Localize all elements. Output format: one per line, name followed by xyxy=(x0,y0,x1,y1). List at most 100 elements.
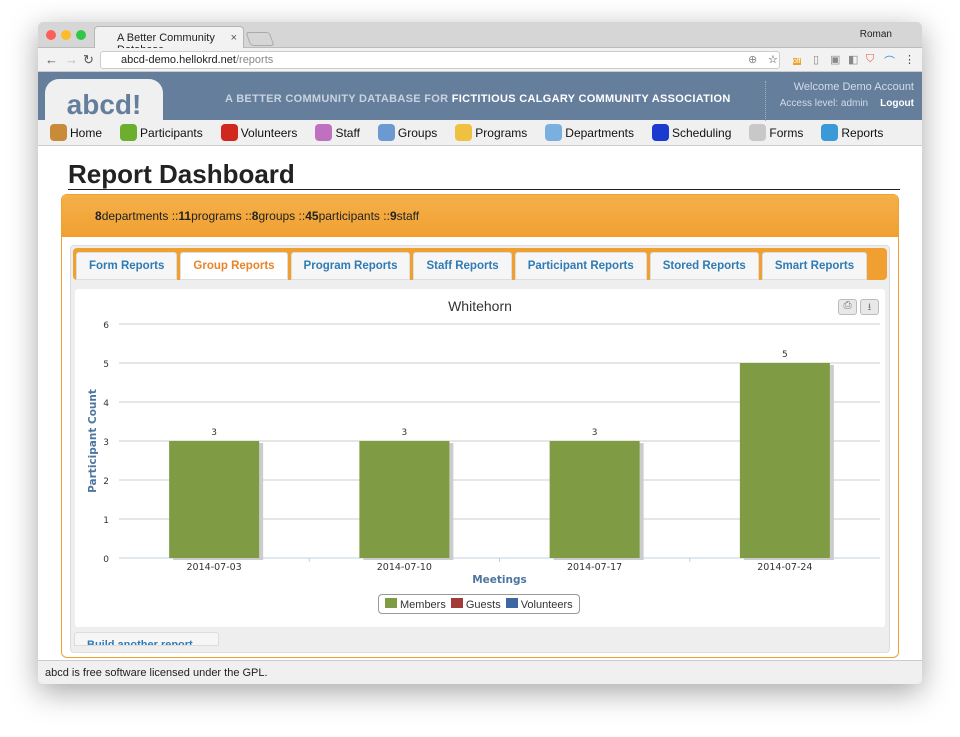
legend-item-guests[interactable]: Guests xyxy=(451,598,501,611)
x-tick-label: 2014-07-17 xyxy=(567,562,622,573)
extension-icon[interactable]: ▯ xyxy=(813,53,819,66)
stats-separator: :: xyxy=(242,209,252,223)
reports-icon xyxy=(821,124,838,141)
extension-icon[interactable]: ⌒ xyxy=(884,53,895,69)
menu-item-groups[interactable]: Groups xyxy=(378,124,437,141)
legend-item-volunteers[interactable]: Volunteers xyxy=(506,598,573,611)
menu-item-programs[interactable]: Programs xyxy=(455,124,527,141)
new-tab-button[interactable] xyxy=(245,32,274,46)
stat-count: 45 xyxy=(305,209,318,223)
page-title: Report Dashboard xyxy=(68,160,900,190)
bar-members xyxy=(169,441,259,558)
menu-item-label: Scheduling xyxy=(672,126,731,140)
stats-separator: :: xyxy=(295,209,305,223)
welcome-text: Welcome Demo Account xyxy=(780,81,914,93)
y-tick-label: 0 xyxy=(103,555,109,565)
maximize-window-button[interactable] xyxy=(76,30,86,40)
url-path: /reports xyxy=(236,54,273,66)
menu-item-label: Forms xyxy=(769,126,803,140)
bar-value-label: 5 xyxy=(782,350,788,360)
menu-icon[interactable]: ⋮ xyxy=(904,53,915,66)
tab-participant-reports[interactable]: Participant Reports xyxy=(515,252,647,280)
tab-group-reports[interactable]: Group Reports xyxy=(180,252,287,280)
menu-item-departments[interactable]: Departments xyxy=(545,124,634,141)
scheduling-icon xyxy=(652,124,669,141)
url-host: abcd-demo.hellokrd.net xyxy=(121,54,236,66)
stat-count: 11 xyxy=(178,209,191,223)
logout-link[interactable]: Logout xyxy=(880,98,914,109)
logo[interactable]: abcd! xyxy=(45,79,163,121)
tab-smart-reports[interactable]: Smart Reports xyxy=(762,252,867,280)
menu-item-forms[interactable]: Forms xyxy=(749,124,803,141)
close-tab-icon[interactable]: × xyxy=(231,32,237,44)
menu-item-label: Home xyxy=(70,126,102,140)
stat-label: staff xyxy=(397,209,419,223)
plot-area: 012345632014-07-0332014-07-1032014-07-17… xyxy=(75,289,885,589)
legend-swatch xyxy=(385,598,397,608)
menu-item-label: Reports xyxy=(841,126,883,140)
access-level: Access level: admin xyxy=(780,98,868,109)
tab-stored-reports[interactable]: Stored Reports xyxy=(650,252,759,280)
browser-tab[interactable]: A Better Community Database× xyxy=(94,26,244,48)
reports-container: Form ReportsGroup ReportsProgram Reports… xyxy=(70,245,890,653)
tab-program-reports[interactable]: Program Reports xyxy=(291,252,411,280)
legend-label: Volunteers xyxy=(521,599,573,611)
reload-icon[interactable]: ↻ xyxy=(83,52,94,68)
x-axis-label: Meetings xyxy=(472,574,527,586)
menu-item-scheduling[interactable]: Scheduling xyxy=(652,124,731,141)
profile-name[interactable]: Roman xyxy=(860,29,892,40)
address-bar-row: ← → ↻ abcd-demo.hellokrd.net/reports ⊕ ☆… xyxy=(38,48,922,72)
url-input[interactable]: abcd-demo.hellokrd.net/reports xyxy=(100,51,780,69)
zoom-icon[interactable]: ⊕ xyxy=(748,53,757,66)
stat-count: 8 xyxy=(95,209,102,223)
bar-value-label: 3 xyxy=(592,428,598,438)
chart-legend: Members Guests Volunteers xyxy=(378,594,580,614)
bar-members xyxy=(359,441,449,558)
departments-icon xyxy=(545,124,562,141)
menu-item-reports[interactable]: Reports xyxy=(821,124,883,141)
y-axis-label: Participant Count xyxy=(87,389,99,493)
close-window-button[interactable] xyxy=(46,30,56,40)
menu-item-participants[interactable]: Participants xyxy=(120,124,203,141)
main-menu: Home Participants Volunteers Staff Groups Pro… xyxy=(38,120,922,146)
back-icon[interactable]: ← xyxy=(45,52,58,67)
y-tick-label: 2 xyxy=(103,477,109,487)
minimize-window-button[interactable] xyxy=(61,30,71,40)
y-tick-label: 6 xyxy=(103,321,109,331)
bar-value-label: 3 xyxy=(402,428,408,438)
menu-item-label: Staff xyxy=(335,126,359,140)
legend-item-members[interactable]: Members xyxy=(385,598,446,611)
menu-item-home[interactable]: Home xyxy=(50,124,102,141)
legend-label: Guests xyxy=(466,599,501,611)
forward-icon[interactable]: → xyxy=(65,52,78,67)
report-tabs: Form ReportsGroup ReportsProgram Reports… xyxy=(73,248,887,280)
menu-item-label: Participants xyxy=(140,126,203,140)
tab-form-reports[interactable]: Form Reports xyxy=(76,252,177,280)
legend-swatch xyxy=(451,598,463,608)
stat-label: participants xyxy=(319,209,380,223)
extension-icon[interactable]: ▣ xyxy=(830,53,840,66)
extension-icon[interactable]: ◧ xyxy=(848,53,858,66)
stat-label: groups xyxy=(258,209,295,223)
stat-label: programs xyxy=(191,209,242,223)
tagline-prefix: A BETTER COMMUNITY DATABASE FOR xyxy=(225,93,448,105)
home-icon xyxy=(50,124,67,141)
bookmark-star-icon[interactable]: ☆ xyxy=(768,53,778,66)
extension-icon[interactable]: off xyxy=(793,58,801,65)
bar-members xyxy=(550,441,640,558)
volunteers-icon xyxy=(221,124,238,141)
title-bar: A Better Community Database× Roman xyxy=(38,22,922,48)
x-tick-label: 2014-07-10 xyxy=(377,562,432,573)
shield-icon[interactable]: ⛉ xyxy=(866,53,874,66)
menu-item-staff[interactable]: Staff xyxy=(315,124,359,141)
legend-swatch xyxy=(506,598,518,608)
menu-item-volunteers[interactable]: Volunteers xyxy=(221,124,298,141)
chart: Whitehorn ⎙ ⭳ 012345632014-07-0332014-07… xyxy=(75,289,885,627)
menu-item-label: Volunteers xyxy=(241,126,298,140)
tab-staff-reports[interactable]: Staff Reports xyxy=(413,252,511,280)
stat-label: departments xyxy=(102,209,169,223)
menu-item-label: Programs xyxy=(475,126,527,140)
content: Report Dashboard 8departments ::11progra… xyxy=(38,146,922,660)
y-tick-label: 1 xyxy=(103,516,109,526)
build-another-report-button[interactable]: Build another report xyxy=(74,632,219,646)
